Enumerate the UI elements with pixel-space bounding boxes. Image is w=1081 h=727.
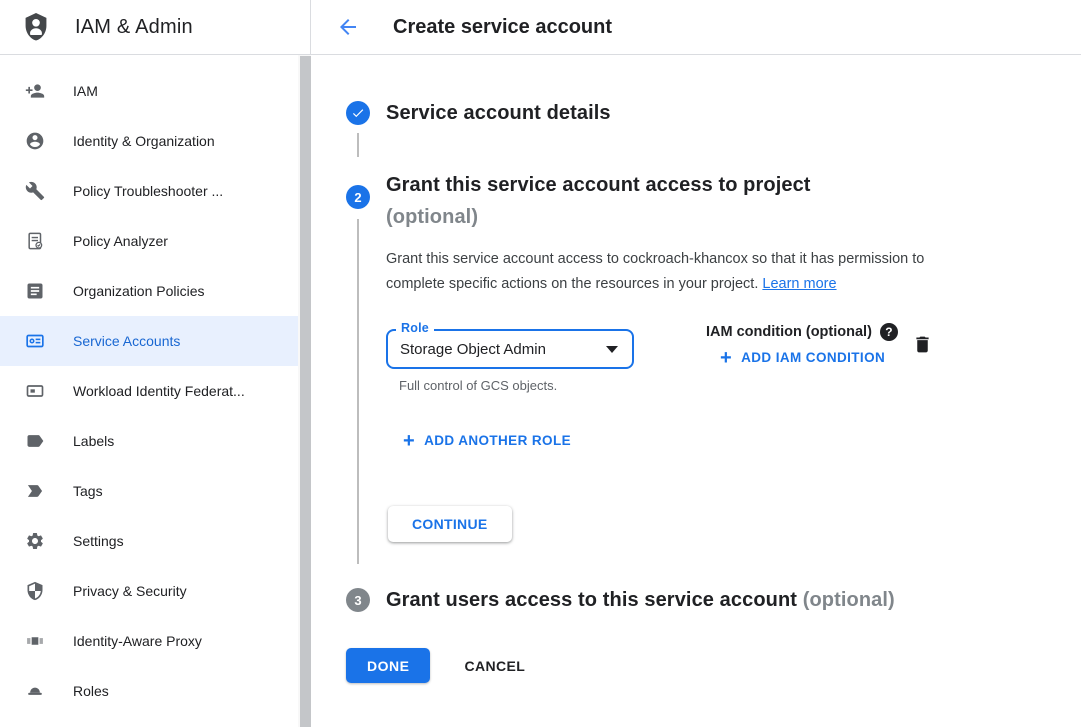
check-icon xyxy=(351,106,365,120)
delete-role-button[interactable] xyxy=(912,334,933,355)
label-icon xyxy=(25,431,45,451)
sidebar-item-label: Settings xyxy=(73,533,124,549)
step-3-title-text: Grant users access to this service accou… xyxy=(386,589,797,611)
wizard-content: Service account details 2 Grant this ser… xyxy=(311,55,1081,727)
account-circle-icon xyxy=(25,131,45,151)
role-select-value: Storage Object Admin xyxy=(400,341,546,358)
sidebar-item-roles[interactable]: Roles xyxy=(0,666,298,716)
sidebar-item-settings[interactable]: Settings xyxy=(0,516,298,566)
cancel-button[interactable]: CANCEL xyxy=(454,648,535,683)
add-iam-condition-button[interactable]: + ADD IAM CONDITION xyxy=(720,350,885,365)
sidebar-item-label: Policy Troubleshooter ... xyxy=(73,183,223,199)
step-2-title-text: Grant this service account access to pro… xyxy=(386,174,811,196)
sidebar: IAM & Admin IAM Identity & Organization … xyxy=(0,0,311,727)
sidebar-item-workload-identity-federat[interactable]: Workload Identity Federat... xyxy=(0,366,298,416)
role-select-label: Role xyxy=(396,321,434,335)
dropdown-arrow-icon xyxy=(606,346,618,353)
label-important-icon xyxy=(25,481,45,501)
step-3-grant-users-access: 3 Grant users access to this service acc… xyxy=(346,588,1041,612)
step-connector xyxy=(357,219,359,564)
role-helper-text: Full control of GCS objects. xyxy=(399,378,634,393)
article-icon xyxy=(25,281,45,301)
step-2-description: Grant this service account access to coc… xyxy=(386,247,978,297)
role-select[interactable]: Role Storage Object Admin xyxy=(386,329,634,369)
service-account-icon xyxy=(25,331,45,351)
sidebar-item-organization-policies[interactable]: Organization Policies xyxy=(0,266,298,316)
role-column: Role Storage Object Admin Full control o… xyxy=(386,329,634,393)
sidebar-item-label: IAM xyxy=(73,83,98,99)
plus-icon: + xyxy=(403,434,415,448)
step-3-optional-label: (optional) xyxy=(803,589,895,611)
sidebar-item-policy-analyzer[interactable]: Policy Analyzer xyxy=(0,216,298,266)
main-panel: Create service account Service account d… xyxy=(311,0,1081,727)
sidebar-item-label: Policy Analyzer xyxy=(73,233,168,249)
form-actions: DONE CANCEL xyxy=(346,648,1041,683)
step-connector xyxy=(357,133,359,157)
iam-condition-label: IAM condition (optional) xyxy=(706,324,872,340)
iam-condition-column: IAM condition (optional) ? + ADD IAM CON… xyxy=(706,323,898,365)
hat-icon xyxy=(25,681,45,701)
step-3-number-badge: 3 xyxy=(346,588,370,612)
back-button[interactable] xyxy=(336,15,360,39)
add-another-role-button[interactable]: + ADD ANOTHER ROLE xyxy=(403,433,571,448)
sidebar-item-label: Service Accounts xyxy=(73,333,180,349)
sidebar-scrollbar[interactable] xyxy=(298,55,311,727)
sidebar-item-label: Privacy & Security xyxy=(73,583,187,599)
gear-icon xyxy=(25,531,45,551)
iam-condition-label-row: IAM condition (optional) ? xyxy=(706,323,898,341)
sidebar-item-label: Organization Policies xyxy=(73,283,205,299)
shield-half-icon xyxy=(25,581,45,601)
sidebar-item-labels[interactable]: Labels xyxy=(0,416,298,466)
page-header: Create service account xyxy=(311,0,1081,55)
sidebar-item-tags[interactable]: Tags xyxy=(0,466,298,516)
app-title: IAM & Admin xyxy=(75,16,193,39)
plus-icon: + xyxy=(720,351,732,365)
sidebar-item-identity-aware-proxy[interactable]: Identity-Aware Proxy xyxy=(0,616,298,666)
id-card-icon xyxy=(25,381,45,401)
page-title: Create service account xyxy=(393,16,612,39)
document-check-icon xyxy=(25,231,45,251)
step-1-title: Service account details xyxy=(386,101,611,125)
sidebar-item-label: Workload Identity Federat... xyxy=(73,383,245,399)
step-2-body: Grant this service account access to pro… xyxy=(386,169,1041,542)
sidebar-body: IAM Identity & Organization Policy Troub… xyxy=(0,55,311,727)
step-2-number-badge: 2 xyxy=(346,185,370,209)
arrow-back-icon xyxy=(336,15,360,39)
learn-more-link[interactable]: Learn more xyxy=(762,276,836,292)
step-2-description-text: Grant this service account access to coc… xyxy=(386,251,924,292)
sidebar-item-label: Roles xyxy=(73,683,109,699)
sidebar-item-policy-troubleshooter[interactable]: Policy Troubleshooter ... xyxy=(0,166,298,216)
add-iam-condition-label: ADD IAM CONDITION xyxy=(741,350,885,365)
iam-admin-shield-icon xyxy=(21,12,51,43)
sidebar-item-label: Labels xyxy=(73,433,114,449)
step-2-title: Grant this service account access to pro… xyxy=(386,169,1041,233)
sidebar-item-label: Identity & Organization xyxy=(73,133,215,149)
sidebar-item-identity-organization[interactable]: Identity & Organization xyxy=(0,116,298,166)
step-1-service-account-details: Service account details xyxy=(346,101,1041,125)
role-row: Role Storage Object Admin Full control o… xyxy=(386,329,1041,393)
step-3-title: Grant users access to this service accou… xyxy=(386,588,895,612)
sidebar-item-privacy-security[interactable]: Privacy & Security xyxy=(0,566,298,616)
sidebar-item-label: Tags xyxy=(73,483,103,499)
person-add-icon xyxy=(25,81,45,101)
sidebar-header: IAM & Admin xyxy=(0,0,311,55)
sidebar-item-iam[interactable]: IAM xyxy=(0,66,298,116)
done-button[interactable]: DONE xyxy=(346,648,430,683)
sidebar-item-service-accounts[interactable]: Service Accounts xyxy=(0,316,298,366)
scrollbar-thumb[interactable] xyxy=(300,56,311,727)
continue-button[interactable]: CONTINUE xyxy=(388,506,512,542)
step-2-grant-access: 2 Grant this service account access to p… xyxy=(346,169,1041,542)
help-icon[interactable]: ? xyxy=(880,323,898,341)
wrench-icon xyxy=(25,181,45,201)
add-another-role-label: ADD ANOTHER ROLE xyxy=(424,433,571,448)
step-1-check-circle-icon xyxy=(346,101,370,125)
step-2-optional-label: (optional) xyxy=(386,201,1041,233)
trash-icon xyxy=(912,334,933,355)
sidebar-nav: IAM Identity & Organization Policy Troub… xyxy=(0,66,298,716)
proxy-icon xyxy=(25,631,45,651)
sidebar-item-label: Identity-Aware Proxy xyxy=(73,633,202,649)
